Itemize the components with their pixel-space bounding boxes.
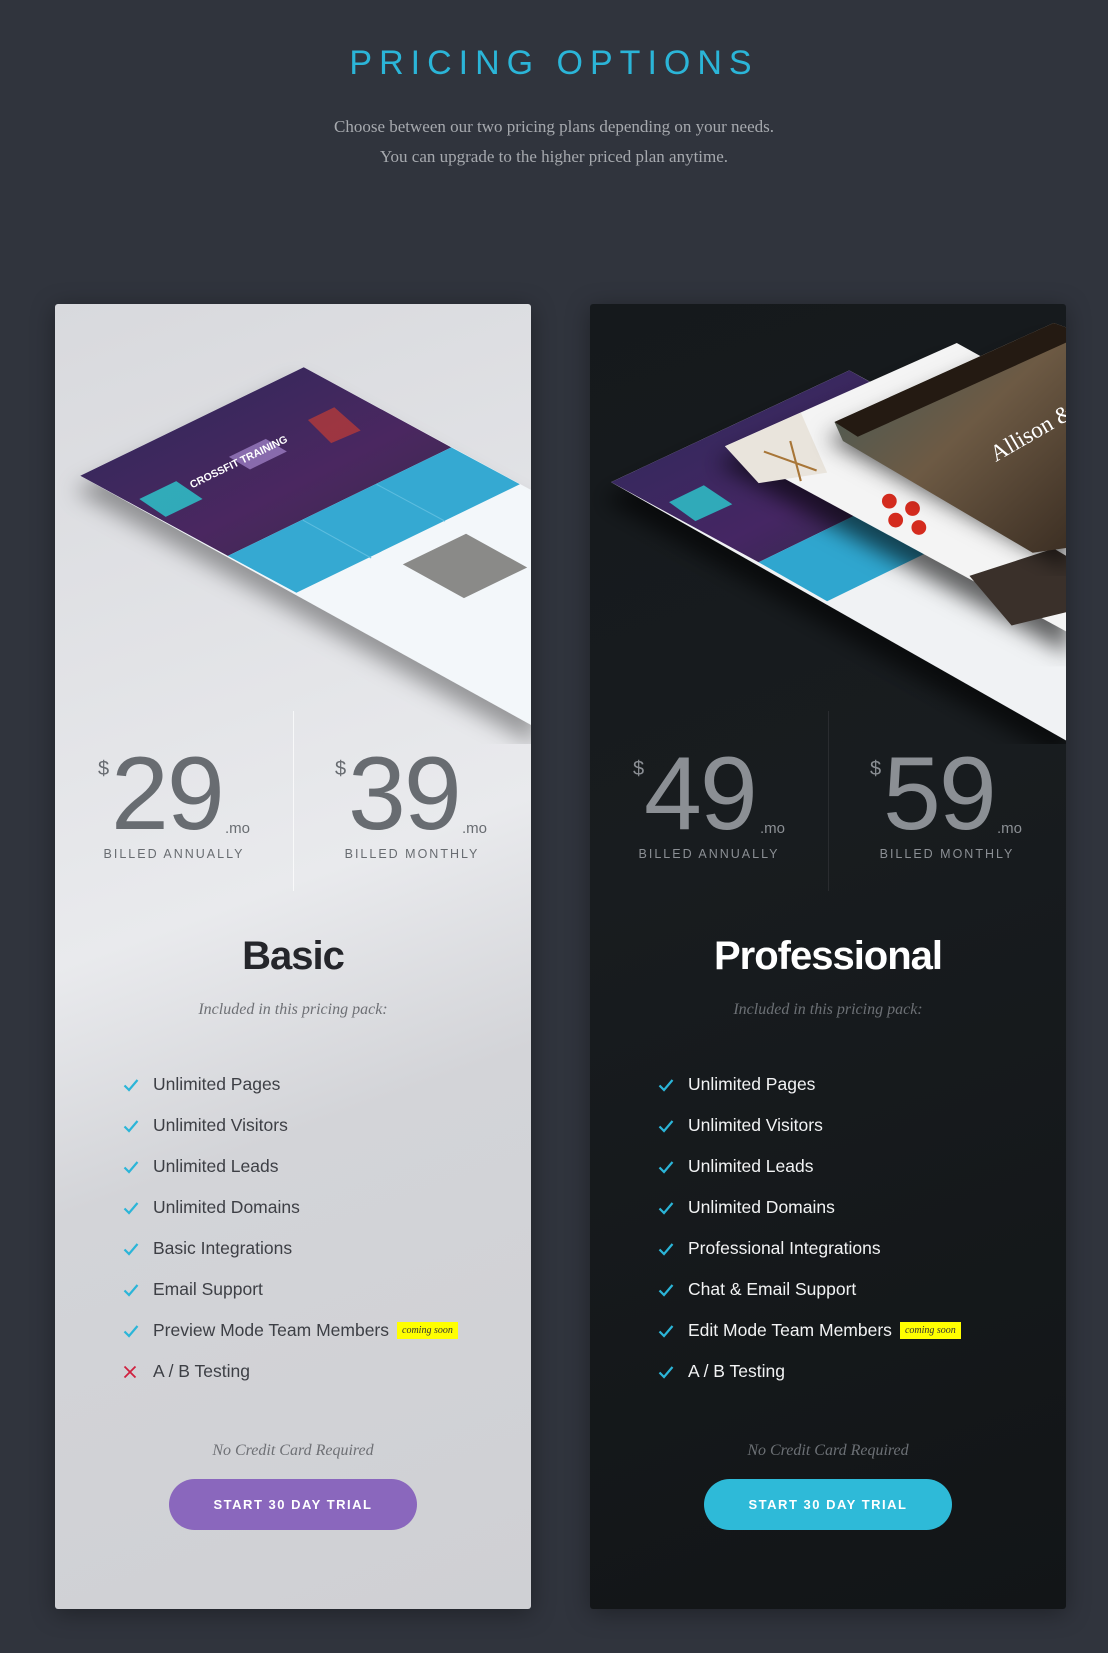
check-icon	[119, 1324, 153, 1338]
check-icon	[654, 1078, 688, 1092]
check-icon	[119, 1242, 153, 1256]
feature-label: Unlimited Visitors	[153, 1115, 288, 1135]
price-annual: $ 29 .mo BILLED ANNUALLY	[55, 734, 293, 874]
price-annual: $ 49 .mo BILLED ANNUALLY	[590, 734, 828, 874]
feature-label: Preview Mode Team Members	[153, 1320, 390, 1340]
check-icon	[654, 1201, 688, 1215]
plan-name: Basic	[242, 934, 345, 978]
check-icon	[119, 1283, 153, 1297]
check-icon	[119, 1119, 153, 1133]
currency-symbol: $	[870, 758, 882, 780]
included-label: Included in this pricing pack:	[198, 1001, 388, 1018]
pricing-card-basic: CROSSFIT TRAINING $ 29 .mo BILLED ANNUAL…	[55, 304, 531, 1609]
feature-label: A / B Testing	[153, 1361, 250, 1381]
currency-symbol: $	[633, 758, 645, 780]
check-icon	[119, 1201, 153, 1215]
billing-label: BILLED ANNUALLY	[638, 847, 780, 861]
feature-item: Unlimited Domains	[119, 1187, 458, 1228]
start-trial-button-professional[interactable]: START 30 DAY TRIAL	[704, 1479, 952, 1530]
feature-label: Edit Mode Team Members	[688, 1320, 892, 1340]
price-period: .mo	[462, 820, 488, 837]
currency-symbol: $	[335, 758, 347, 780]
check-icon	[654, 1242, 688, 1256]
feature-label: Professional Integrations	[688, 1238, 881, 1258]
price-amount: 39	[348, 736, 462, 852]
feature-list: Unlimited Pages Unlimited Visitors Unlimit…	[654, 1064, 961, 1392]
feature-item: Unlimited Pages	[119, 1064, 458, 1105]
feature-label: Unlimited Domains	[153, 1197, 300, 1217]
check-icon	[654, 1160, 688, 1174]
check-icon	[654, 1119, 688, 1133]
feature-label: Unlimited Leads	[153, 1156, 279, 1176]
coming-soon-badge: coming soon	[899, 1322, 961, 1339]
feature-item: Unlimited Leads	[654, 1146, 961, 1187]
check-icon	[654, 1324, 688, 1338]
feature-item: Edit Mode Team Members coming soon	[654, 1310, 961, 1351]
price-period: .mo	[997, 820, 1023, 837]
feature-item: Unlimited Pages	[654, 1064, 961, 1105]
website-mockup-image: CROSSFIT TRAINING	[80, 367, 531, 725]
price-amount: 59	[883, 736, 997, 852]
cross-icon	[119, 1365, 153, 1379]
feature-label: Chat & Email Support	[688, 1279, 857, 1299]
subtitle-line: Choose between our two pricing plans dep…	[333, 117, 775, 136]
price-period: .mo	[760, 820, 786, 837]
coming-soon-badge: coming soon	[397, 1322, 458, 1339]
check-icon	[119, 1078, 153, 1092]
no-credit-card-note: No Credit Card Required	[747, 1442, 909, 1459]
feature-list: Unlimited Pages Unlimited Visitors Unlimit…	[119, 1064, 458, 1392]
feature-item: Unlimited Visitors	[654, 1105, 961, 1146]
check-icon	[119, 1160, 153, 1174]
feature-label: Unlimited Pages	[688, 1074, 816, 1094]
billing-label: BILLED MONTHLY	[344, 847, 480, 861]
currency-symbol: $	[98, 758, 110, 780]
price-amount: 29	[111, 736, 225, 852]
price-amount: 49	[644, 736, 758, 852]
page-subtitle: Choose between our two pricing plans dep…	[0, 112, 1108, 172]
price-period: .mo	[225, 820, 251, 837]
feature-item: Professional Integrations	[654, 1228, 961, 1269]
price-monthly: $ 39 .mo BILLED MONTHLY	[293, 734, 531, 874]
start-trial-button-basic[interactable]: START 30 DAY TRIAL	[169, 1479, 417, 1530]
billing-label: BILLED ANNUALLY	[103, 847, 245, 861]
feature-item: Unlimited Visitors	[119, 1105, 458, 1146]
feature-item: Email Support	[119, 1269, 458, 1310]
feature-label: Basic Integrations	[153, 1238, 293, 1258]
page-title: PRICING OPTIONS	[349, 44, 759, 82]
billing-label: BILLED MONTHLY	[879, 847, 1015, 861]
feature-label: Email Support	[153, 1279, 263, 1299]
pricing-card-professional: Allison & $ 49 .mo BILLED ANNUALLY $ 59 …	[590, 304, 1066, 1609]
feature-item: Unlimited Domains	[654, 1187, 961, 1228]
feature-item: A / B Testing	[654, 1351, 961, 1392]
feature-label: Unlimited Visitors	[688, 1115, 823, 1135]
included-label: Included in this pricing pack:	[733, 1001, 923, 1018]
feature-item: Unlimited Leads	[119, 1146, 458, 1187]
check-icon	[654, 1365, 688, 1379]
feature-label: Unlimited Domains	[688, 1197, 835, 1217]
feature-item: Chat & Email Support	[654, 1269, 961, 1310]
check-icon	[654, 1283, 688, 1297]
subtitle-line: You can upgrade to the higher priced pla…	[379, 147, 729, 166]
feature-item: A / B Testing	[119, 1351, 458, 1392]
website-mockup-image: Allison &	[611, 322, 1066, 741]
price-monthly: $ 59 .mo BILLED MONTHLY	[828, 734, 1066, 874]
feature-label: Unlimited Pages	[153, 1074, 281, 1094]
feature-label: Unlimited Leads	[688, 1156, 814, 1176]
feature-item: Basic Integrations	[119, 1228, 458, 1269]
feature-label: A / B Testing	[688, 1361, 785, 1381]
plan-name: Professional	[713, 934, 943, 978]
no-credit-card-note: No Credit Card Required	[212, 1442, 374, 1459]
feature-item: Preview Mode Team Members coming soon	[119, 1310, 458, 1351]
